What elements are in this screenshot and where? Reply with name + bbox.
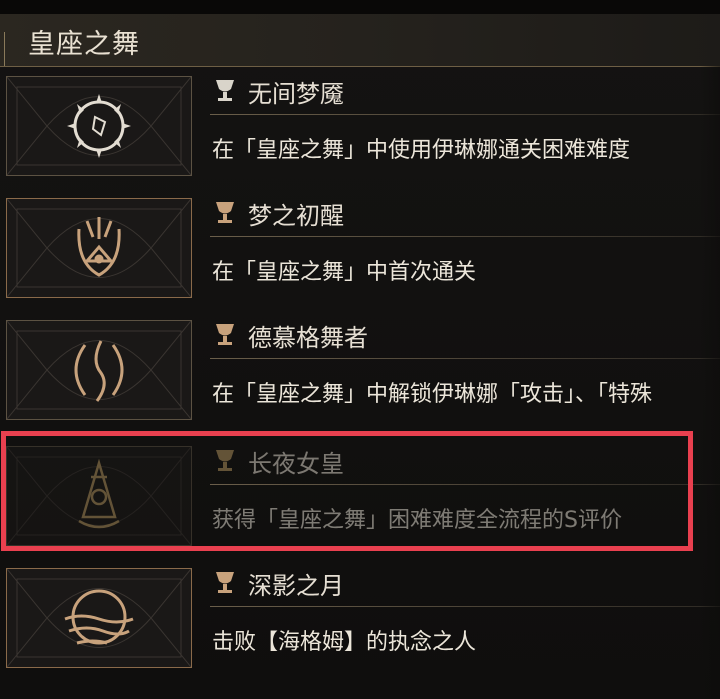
achievement-name: 德慕格舞者 bbox=[248, 324, 368, 352]
achievement-description: 在「皇座之舞」中使用伊琳娜通关困难难度 bbox=[212, 138, 631, 163]
divider bbox=[210, 236, 720, 237]
awakening-eye-emblem-icon bbox=[7, 199, 191, 297]
achievement-description: 击败【海格姆】的执念之人 bbox=[212, 630, 477, 655]
dancer-crescent-emblem-icon bbox=[7, 321, 191, 419]
shadow-moon-emblem-icon bbox=[7, 569, 191, 667]
section-title: 皇座之舞 bbox=[28, 29, 140, 60]
achievement-row[interactable]: 无间梦魇 在「皇座之舞」中使用伊琳娜通关困难难度 bbox=[0, 66, 720, 184]
right-edge-fade bbox=[700, 66, 720, 699]
achievement-description: 在「皇座之舞」中解锁伊琳娜「攻击」、「特殊 bbox=[212, 382, 653, 407]
achievement-name: 梦之初醒 bbox=[248, 202, 344, 230]
achievement-icon-frame bbox=[6, 198, 192, 298]
achievement-description: 在「皇座之舞」中首次通关 bbox=[212, 260, 477, 285]
achievement-icon-frame bbox=[6, 320, 192, 420]
divider bbox=[210, 114, 720, 115]
achievement-list-screen: 皇座之舞 无间梦魇 在「皇座之舞」中使用伊琳娜通关困难难度 梦之初醒 在「皇座之… bbox=[0, 0, 720, 699]
top-strip bbox=[0, 0, 720, 14]
trophy-cup-icon bbox=[216, 324, 234, 345]
achievement-row[interactable]: 深影之月 击败【海格姆】的执念之人 bbox=[0, 558, 720, 676]
achievement-name: 深影之月 bbox=[248, 572, 344, 600]
divider bbox=[210, 606, 720, 607]
header-corner-ornament bbox=[4, 32, 15, 66]
trophy-cup-icon bbox=[216, 572, 234, 593]
selection-highlight-box bbox=[1, 431, 693, 551]
spiked-eye-emblem-icon bbox=[7, 77, 191, 175]
achievement-row[interactable]: 梦之初醒 在「皇座之舞」中首次通关 bbox=[0, 188, 720, 306]
trophy-cup-icon bbox=[216, 202, 234, 223]
achievement-icon-frame bbox=[6, 568, 192, 668]
trophy-cup-icon bbox=[216, 80, 234, 101]
achievement-row[interactable]: 德慕格舞者 在「皇座之舞」中解锁伊琳娜「攻击」、「特殊 bbox=[0, 310, 720, 428]
divider bbox=[210, 358, 720, 359]
achievement-name: 无间梦魇 bbox=[248, 80, 344, 108]
achievement-icon-frame bbox=[6, 76, 192, 176]
section-header: 皇座之舞 bbox=[0, 14, 720, 67]
